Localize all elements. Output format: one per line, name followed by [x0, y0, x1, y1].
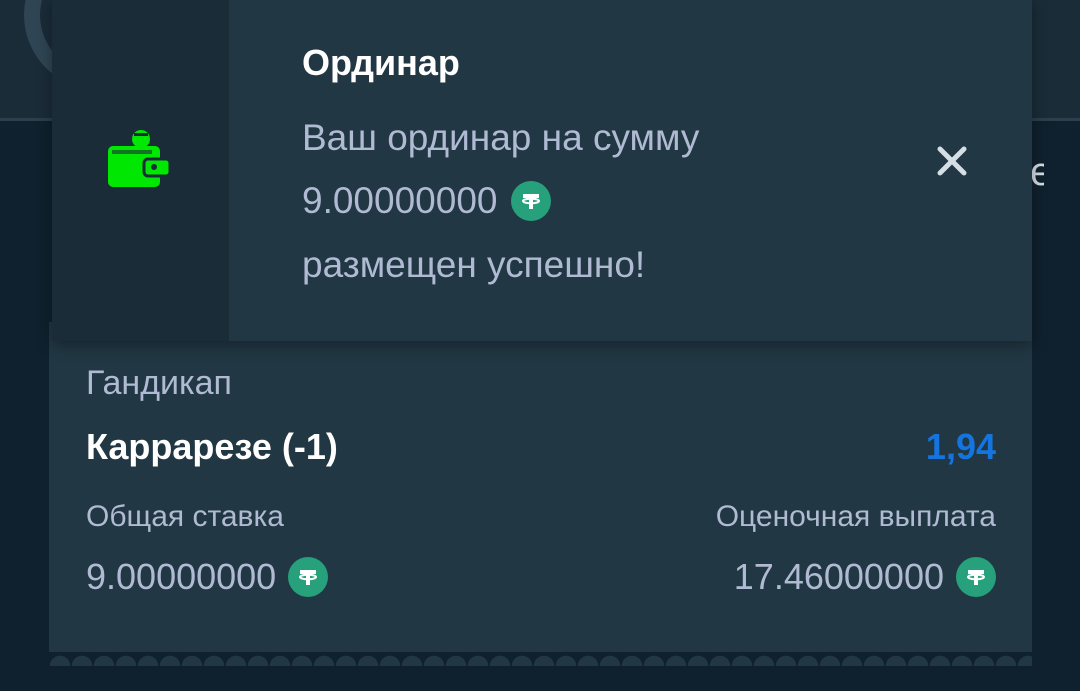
toast-content: Ординар Ваш ординар на сумму 9.00000000 … — [229, 0, 1032, 341]
bet-slip-card: Гандикап Каррарезе (-1) 1,94 Общая ставк… — [49, 322, 1032, 666]
market-name: Гандикап — [86, 364, 232, 402]
background-partial-text: e — [1030, 150, 1044, 194]
close-icon — [937, 146, 967, 176]
toast-message-line: размещен успешно! — [302, 244, 646, 285]
estimated-payout-amount: 17.46000000 — [733, 556, 944, 597]
toast-amount-line: 9.00000000 — [302, 179, 552, 223]
total-stake-amount: 9.00000000 — [86, 556, 277, 597]
toast-amount: 9.00000000 — [302, 180, 498, 221]
wallet-icon — [108, 126, 172, 193]
toast-title: Ординар — [302, 42, 460, 83]
usdt-icon — [511, 181, 552, 221]
total-stake-value: 9.00000000 — [86, 556, 329, 598]
estimated-payout-value: 17.46000000 — [734, 556, 996, 598]
odds-value: 1,94 — [925, 426, 996, 467]
close-button[interactable] — [929, 138, 975, 184]
estimated-payout-label: Оценочная выплата — [715, 500, 996, 533]
total-stake-label: Общая ставка — [86, 500, 284, 533]
usdt-icon — [288, 557, 329, 597]
bet-placed-toast: Ординар Ваш ординар на сумму 9.00000000 … — [52, 0, 1032, 341]
selection-name: Каррарезе (-1) — [86, 426, 338, 467]
ticket-edge — [49, 652, 1032, 666]
toast-message-line: Ваш ординар на сумму — [302, 117, 700, 158]
usdt-icon — [956, 557, 996, 597]
